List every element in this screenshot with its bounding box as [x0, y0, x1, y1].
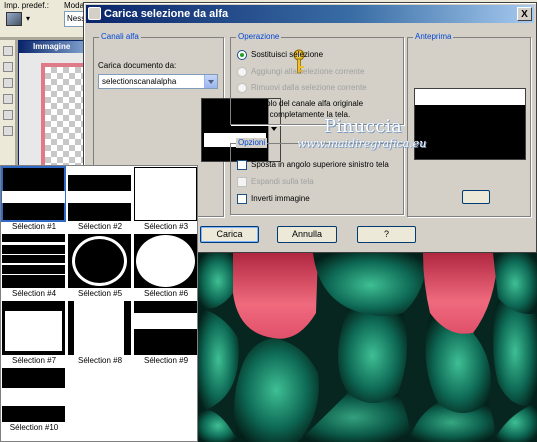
thumbnail-band [2, 388, 65, 406]
checkbox-move-top-left-label: Sposta in angolo superiore sinistro tela [251, 160, 389, 169]
tool-icon[interactable] [3, 62, 13, 72]
thumbnail-band [68, 301, 74, 355]
selection-thumbnail [2, 368, 65, 422]
preset-label: Imp. predef.: [4, 1, 49, 10]
document-select-value: selectionscanalalpha [102, 77, 177, 86]
alpha-channel-group-title: Canali alfa [99, 32, 141, 42]
radio-remove-from-selection-label: Rimuovi dalla selezione corrente [251, 83, 367, 92]
options-group-title: Opzioni [236, 138, 268, 148]
cancel-button[interactable]: Annulla [277, 226, 337, 243]
checkbox-move-top-left[interactable] [237, 160, 247, 170]
thumbnail-band [68, 167, 131, 175]
selection-thumbnail [134, 301, 197, 355]
selection-item-1[interactable]: Sélection #1 [1, 166, 67, 233]
load-button[interactable]: Carica [200, 226, 259, 243]
selection-item-label: Sélection #1 [11, 222, 57, 231]
thumbnail-band [68, 191, 131, 203]
thumbnail-ring [72, 236, 127, 286]
help-button[interactable]: ? [357, 226, 416, 243]
tool-icon[interactable] [3, 46, 13, 56]
selection-item-label: Sélection #6 [143, 289, 189, 298]
thumbnail-band [2, 254, 65, 255]
operation-group: Operazione Sostituisci selezione Aggiung… [230, 32, 404, 125]
selection-item-7[interactable]: Sélection #7 [1, 300, 67, 367]
artwork-canvas[interactable] [198, 253, 537, 442]
selection-item-8[interactable]: Sélection #8 [67, 300, 133, 367]
preview-group-title: Anteprima [413, 32, 454, 42]
selection-item-6[interactable]: Sélection #6 [133, 233, 199, 300]
selection-item-label: Sélection #4 [11, 289, 57, 298]
selection-item-3[interactable]: Sélection #3 [133, 166, 199, 233]
selection-thumbnail [2, 301, 65, 355]
selection-item-label: Sélection #9 [143, 356, 189, 365]
preview-band [415, 89, 525, 105]
thumbnail-band [134, 313, 197, 329]
checkbox-expand-canvas-label: Espandi sulla tela [251, 177, 314, 186]
tool-icon[interactable] [3, 94, 13, 104]
document-canvas[interactable] [41, 63, 87, 169]
selection-item-2[interactable]: Sélection #2 [67, 166, 133, 233]
selection-thumbnail [134, 234, 197, 288]
thumbnail-band [2, 263, 65, 265]
selection-item-9[interactable]: Sélection #9 [133, 300, 199, 367]
watermark-site: www.maidiregrafica.eu [297, 137, 427, 150]
thumbnail-band [2, 191, 65, 203]
selection-thumbnail [68, 167, 131, 221]
selection-item-label: Sélection #2 [77, 222, 123, 231]
selection-item-5[interactable]: Sélection #5 [67, 233, 133, 300]
selection-item-label: Sélection #8 [77, 356, 123, 365]
selection-thumbnail [2, 234, 65, 288]
radio-remove-from-selection[interactable] [237, 83, 247, 93]
preset-dropdown-arrow[interactable]: ▾ [26, 14, 30, 23]
selection-item-label: Sélection #3 [143, 222, 189, 231]
radio-replace-selection[interactable] [237, 50, 247, 60]
tool-icon[interactable] [3, 126, 13, 136]
app-icon [88, 7, 101, 20]
selection-thumbnail [68, 234, 131, 288]
selection-item-label: Sélection #10 [9, 423, 59, 432]
thumbnail-band [124, 301, 131, 355]
selection-item-label: Sélection #7 [11, 356, 57, 365]
thumbnail-band [5, 311, 62, 351]
radio-replace-selection-label: Sostituisci selezione [251, 50, 324, 59]
thumbnail-band [2, 242, 65, 245]
selection-preview [414, 88, 526, 160]
selection-palette: Sélection #1 Sélection #2 Sélection #3 S… [0, 165, 198, 442]
selection-item-label: Sélection #5 [77, 289, 123, 298]
checkbox-expand-canvas[interactable] [237, 177, 247, 187]
thumbnail-disc [136, 235, 195, 287]
intersection-info-line1: Il rettangolo del canale alfa originale [235, 99, 364, 108]
radio-add-to-selection-label: Aggiungi alla selezione corrente [251, 67, 365, 76]
radio-add-to-selection[interactable] [237, 67, 247, 77]
close-button[interactable]: X [517, 7, 532, 21]
selection-thumbnail [68, 301, 131, 355]
preview-toggle-button[interactable] [462, 190, 490, 204]
checkbox-invert-image[interactable] [237, 194, 247, 204]
operation-group-title: Operazione [236, 32, 282, 42]
selection-thumbnail [134, 167, 197, 221]
load-from-label: Carica documento da: [98, 61, 177, 70]
tool-icon[interactable] [3, 110, 13, 120]
checkbox-invert-image-label: Inverti immagine [251, 194, 310, 203]
document-select[interactable]: selectionscanalalpha [98, 74, 218, 89]
selection-thumbnail [1, 166, 66, 222]
chevron-down-icon[interactable] [204, 75, 217, 88]
tool-icon[interactable] [3, 78, 13, 88]
preview-group: Anteprima [407, 32, 531, 217]
options-group: Opzioni Sposta in angolo superiore sinis… [230, 138, 404, 215]
selection-item-10[interactable]: Sélection #10 [1, 367, 67, 442]
dialog-title: Carica selezione da alfa [104, 8, 229, 20]
thumbnail-band [2, 274, 65, 275]
artwork-pattern [198, 253, 537, 442]
selection-item-4[interactable]: Sélection #4 [1, 233, 67, 300]
tool-palette [0, 40, 16, 165]
watermark-name: Pinuccia [324, 116, 402, 137]
preset-icon[interactable] [6, 12, 22, 26]
dialog-titlebar[interactable]: Carica selezione da alfa X [86, 5, 534, 23]
